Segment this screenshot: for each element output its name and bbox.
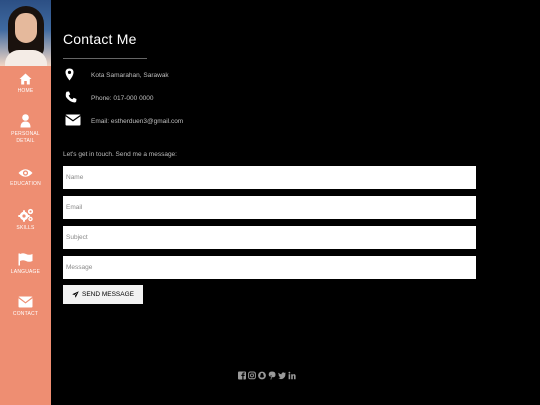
sidebar-item-label: PERSONAL DETAIL — [11, 131, 40, 144]
sidebar-item-skills[interactable]: SKILLS — [0, 208, 51, 232]
envelope-icon — [65, 114, 81, 126]
subject-input[interactable] — [63, 226, 476, 249]
avatar — [0, 0, 51, 66]
send-message-button[interactable]: SEND MESSAGE — [63, 285, 143, 304]
user-icon — [20, 114, 31, 128]
map-marker-icon — [65, 68, 74, 81]
linkedin-icon[interactable] — [288, 367, 296, 380]
page-title: Contact Me — [63, 31, 137, 47]
sidebar-item-label: LANGUAGE — [10, 269, 41, 275]
sidebar-item-language[interactable]: LANGUAGE — [0, 253, 51, 276]
sidebar-item-label: SKILLS — [16, 225, 35, 231]
sidebar: HOME PERSONAL DETAIL EDUCATION SKILLS LA… — [0, 0, 51, 405]
home-icon — [19, 73, 32, 85]
send-message-label: SEND MESSAGE — [81, 291, 134, 298]
sidebar-item-education[interactable]: EDUCATION — [0, 168, 51, 188]
twitter-icon[interactable] — [278, 367, 286, 380]
gears-icon — [17, 208, 33, 222]
eye-icon — [18, 169, 33, 177]
phone-icon — [65, 91, 77, 103]
sidebar-item-home[interactable]: HOME — [0, 73, 51, 95]
sidebar-item-contact[interactable]: CONTACT — [0, 296, 51, 318]
social-links — [238, 367, 296, 380]
sidebar-item-personal-detail[interactable]: PERSONAL DETAIL — [0, 114, 51, 145]
pinterest-icon[interactable] — [268, 367, 276, 380]
email-input[interactable] — [63, 196, 476, 219]
facebook-icon[interactable] — [238, 367, 246, 380]
phone-text: Phone: 017-000 0000 — [91, 95, 154, 102]
sidebar-item-label: CONTACT — [12, 311, 39, 317]
title-divider — [63, 58, 147, 59]
flag-icon — [18, 253, 33, 266]
name-input[interactable] — [63, 166, 476, 189]
email-text: Email: estherduen3@gmail.com — [91, 118, 184, 125]
snapchat-icon[interactable] — [258, 367, 266, 380]
instagram-icon[interactable] — [248, 367, 256, 380]
envelope-icon — [18, 296, 33, 308]
message-input[interactable] — [63, 256, 476, 279]
sidebar-item-label: HOME — [17, 88, 34, 94]
paper-plane-icon — [72, 291, 79, 298]
sidebar-item-label: EDUCATION — [10, 181, 41, 187]
address-text: Kota Samarahan, Sarawak — [91, 72, 169, 79]
contact-intro: Let's get in touch. Send me a message: — [63, 151, 177, 158]
